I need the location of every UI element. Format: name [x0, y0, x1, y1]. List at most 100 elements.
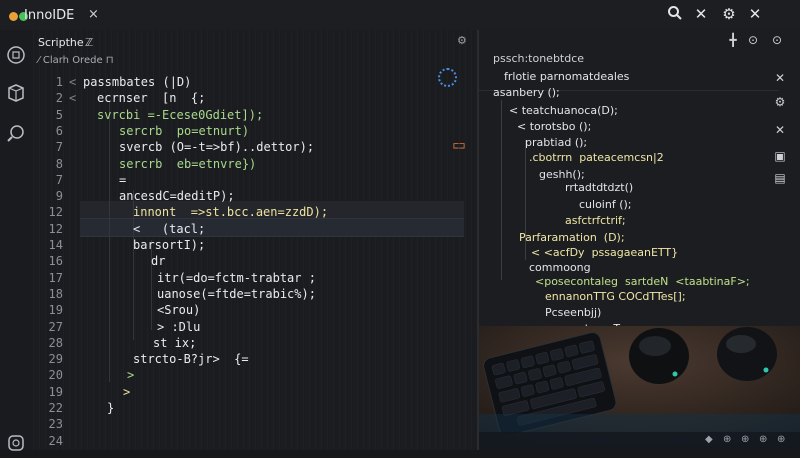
code-text: ancesdC=deditP); — [119, 189, 235, 204]
title-bar: InnoIDE × ✕ ⚙ ✕ — [0, 0, 800, 31]
code-text: dr — [151, 254, 166, 269]
outline-item[interactable]: geshh(); — [539, 168, 585, 181]
panel-icon[interactable]: ▤ — [772, 170, 788, 186]
outline-item[interactable]: ennanonTTG COCdTTes[]; — [545, 290, 686, 303]
line-number: 8 — [55, 156, 63, 171]
code-text: strcto-B?jr> {= — [133, 352, 249, 367]
outline-item[interactable]: culoinf (); — [579, 198, 632, 211]
account-icon[interactable] — [5, 432, 27, 454]
code-text: > — [127, 368, 135, 383]
code-text: itr(=do=fctm-trabtar ; — [157, 270, 316, 285]
status-icon[interactable]: ⊕ — [741, 434, 749, 445]
editor-settings-icon[interactable]: ⚙ — [457, 34, 467, 47]
outline-item[interactable]: rrtadtdtdzt() — [565, 181, 633, 194]
code-text: } — [107, 401, 115, 415]
activity-bar — [0, 30, 34, 451]
extensions-icon[interactable] — [5, 82, 27, 104]
outline-item[interactable]: < <acfDy pssagaeanETT} — [531, 246, 678, 259]
line-number: 27 — [48, 319, 63, 334]
outline-item[interactable]: commoong — [529, 261, 591, 274]
line-number: 9 — [55, 189, 63, 204]
outline-item[interactable]: Parfaramation (D); — [519, 231, 625, 244]
panel-title: pssch:tonebtdce — [493, 52, 585, 65]
code-text: sercrb eb=etnvre}) — [119, 156, 257, 171]
status-bar: ◆ ⊕ ⊕ ⊕ ⊕ — [479, 432, 800, 450]
code-text: sercrb po=etnurt) — [119, 123, 250, 138]
close-icon[interactable]: ✕ — [772, 70, 788, 86]
code-text: > — [123, 384, 131, 399]
tree-guide — [501, 100, 502, 280]
line-number: 16 — [48, 254, 63, 269]
line-number: 24 — [48, 433, 63, 448]
line-number: 7 — [55, 172, 63, 187]
search-icon[interactable] — [666, 5, 684, 23]
line-number: 5 — [55, 107, 63, 122]
line-number: 20 — [48, 368, 63, 383]
gear-icon[interactable]: ⚙ — [720, 5, 738, 23]
outline-item[interactable]: prabtiad (); — [525, 136, 587, 149]
editor-tab-close-icon[interactable]: ℤ — [85, 36, 93, 49]
line-number: 6 — [55, 123, 63, 138]
outline-item[interactable]: < teatchuanoca(D); — [509, 104, 618, 117]
line-number: 29 — [48, 352, 63, 367]
outline-item[interactable]: asanbery (); — [493, 86, 560, 99]
editor-tab[interactable]: Scripthe — [38, 36, 84, 49]
line-number: 12 — [48, 205, 63, 220]
panel-header: frlotie parnomatdeales — [504, 70, 630, 83]
close-icon[interactable]: ✕ — [772, 122, 788, 138]
window-close-icon[interactable]: ✕ — [746, 5, 764, 23]
debug-icon[interactable] — [5, 122, 27, 144]
line-number: 23 — [48, 417, 63, 432]
status-icon[interactable]: ⊕ — [759, 434, 767, 445]
breadcrumb[interactable]: ⁄ Clarh Orede ⊓ — [38, 55, 114, 66]
outline-item[interactable]: < torotsbo (); — [517, 120, 591, 133]
fold-marker[interactable]: < — [69, 90, 76, 106]
line-number: 19 — [48, 303, 63, 318]
outline-item[interactable]: .cbotrrn pateacemcsn|2 — [529, 151, 664, 164]
window-dot-amber[interactable] — [9, 12, 18, 21]
outline-item[interactable]: asfctrfctrif; — [565, 214, 626, 227]
line-number: 12 — [48, 221, 63, 236]
code-text: passmbates (|D) — [83, 75, 192, 89]
code-text: < (tacl; — [133, 221, 206, 236]
line-number: 1 — [55, 75, 63, 89]
loading-spinner-icon — [438, 68, 457, 87]
code-text: st ix; — [153, 335, 197, 350]
app-title: InnoIDE — [24, 8, 75, 23]
desk-photo — [479, 326, 800, 446]
code-text: svercb (O=-t=>bf)..dettor); — [119, 140, 315, 155]
close-icon[interactable]: ✕ — [692, 5, 710, 23]
code-text: svrcbi =-Ecese0Gdiet]); — [97, 107, 264, 122]
line-number: 28 — [48, 335, 63, 350]
line-number: 19 — [48, 384, 63, 399]
outline-item[interactable]: Pcseenbjj) — [545, 306, 601, 319]
line-number: 7 — [55, 140, 63, 155]
status-icon[interactable]: ◆ — [705, 434, 713, 445]
more-icon[interactable]: ⊙ — [769, 32, 785, 48]
line-number: 2 — [55, 91, 63, 106]
refresh-icon[interactable]: ⊙ — [745, 32, 761, 48]
plus-icon[interactable]: ╋ — [725, 32, 741, 48]
code-text: innont =>st.bcc.aen=zzdD); — [133, 205, 329, 220]
breakpoint-marker-icon[interactable]: ⊏⊐ — [453, 141, 465, 152]
sidebar-icon[interactable]: ▣ — [772, 148, 788, 164]
fold-marker[interactable]: < — [69, 74, 76, 90]
status-icon[interactable]: ⊕ — [777, 434, 785, 445]
code-text: = — [119, 172, 127, 187]
line-number: 17 — [48, 270, 63, 285]
code-text: <Srou) — [157, 303, 201, 318]
files-icon[interactable] — [5, 44, 27, 66]
status-icon[interactable]: ⊕ — [723, 434, 731, 445]
line-number: 22 — [48, 401, 63, 415]
line-number: 14 — [48, 238, 63, 252]
gear-icon[interactable]: ⚙ — [772, 94, 788, 110]
outline-item[interactable]: <posecontaleg sartdeN <taabtinaF>; — [535, 275, 750, 288]
line-number: 18 — [48, 286, 63, 301]
tab-close-icon[interactable]: × — [88, 7, 99, 22]
code-text: ecrnser [n {; — [97, 91, 206, 106]
code-text: barsortI); — [133, 238, 206, 252]
code-text: > :Dlu — [157, 319, 201, 334]
indent-guide — [109, 102, 110, 382]
code-editor[interactable]: Scripthe ℤ ⚙ ⁄ Clarh Orede ⊓ 1 < passmbate… — [33, 30, 508, 450]
code-text: uanose(=ftde=trabic%); — [157, 286, 316, 301]
